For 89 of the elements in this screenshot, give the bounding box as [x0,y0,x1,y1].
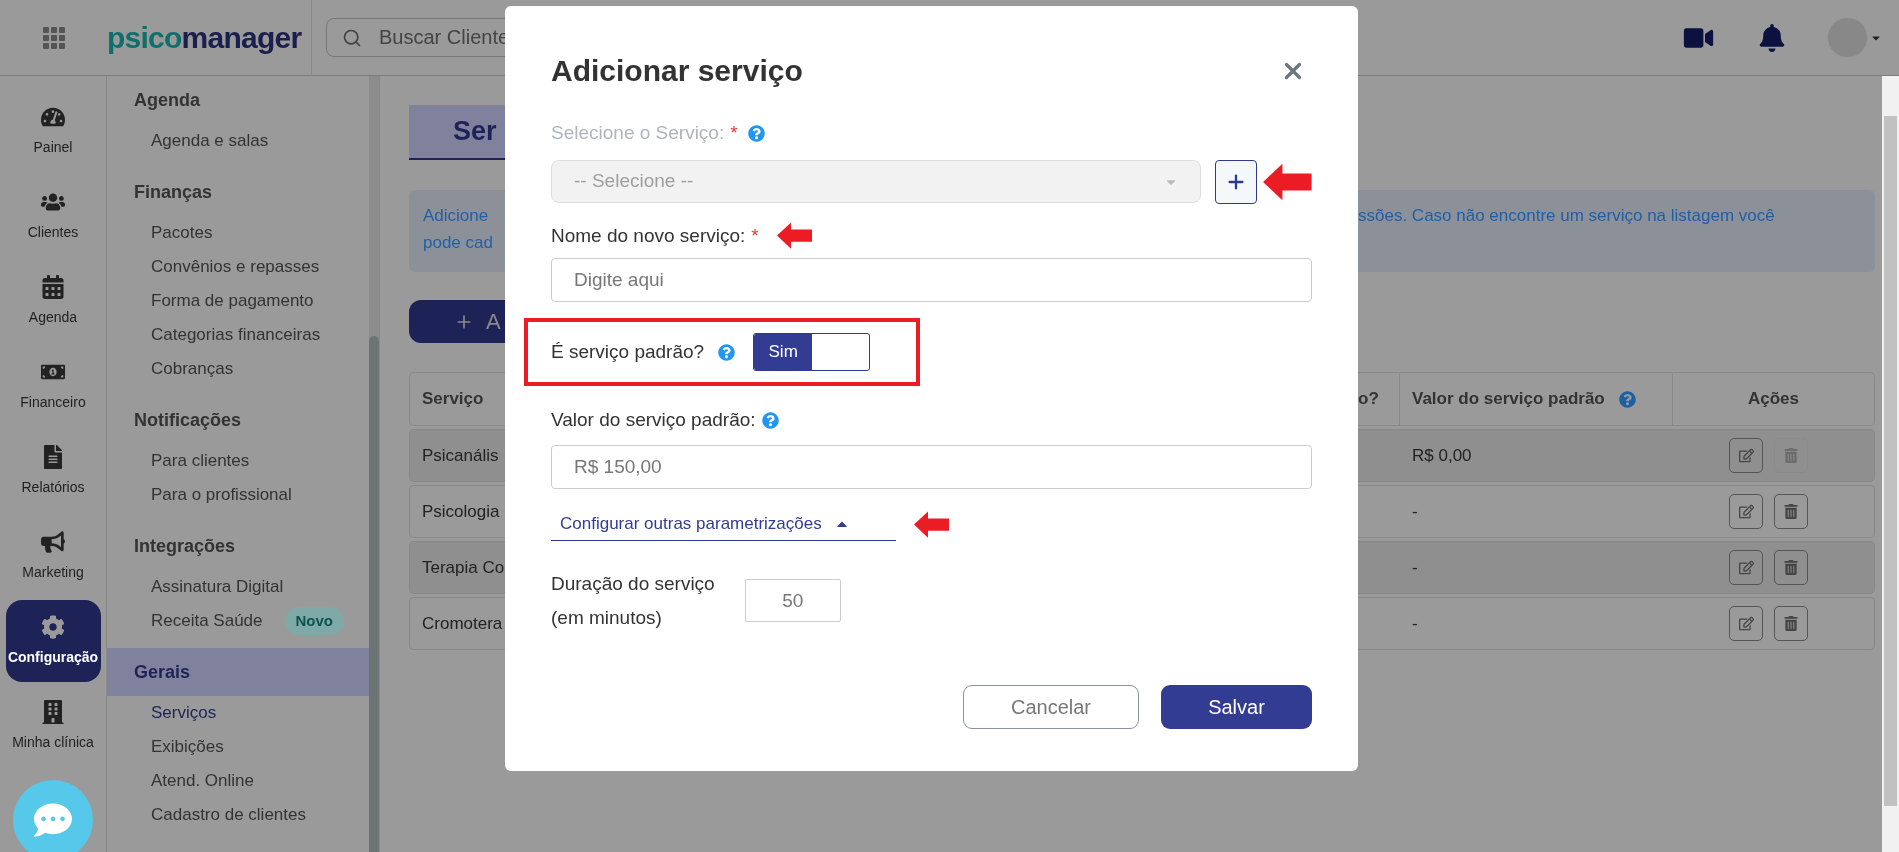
nav-rail-item[interactable]: Configuração [5,600,101,682]
help-icon[interactable] [761,411,779,429]
menu-section-heading[interactable]: Agenda [107,76,369,124]
edit-button[interactable] [1729,550,1763,585]
save-button[interactable]: Salvar [1161,684,1312,729]
delete-button[interactable] [1774,606,1808,641]
required-mark: * [730,121,738,145]
field-label: Valor do serviço padrão: [551,408,756,432]
calendar-icon [41,274,65,299]
service-value-field[interactable]: R$ 150,00 [551,444,1312,489]
trash-icon [1784,504,1798,519]
menu-item[interactable]: Serviços [151,700,217,726]
document-icon [41,444,65,469]
nav-rail-item[interactable]: Painel [5,90,101,172]
table-cell: - [1412,501,1418,521]
expand-settings-link[interactable]: Configurar outras parametrizações [551,508,896,541]
menu-section-heading[interactable]: Notificações [107,396,369,444]
field-label: Duração do serviço (em minutos) [551,571,715,630]
menu-item[interactable]: Assinatura Digital [151,574,284,600]
table-header-cell-text: Ações [1747,388,1800,411]
help-icon[interactable] [1618,390,1636,408]
menu-section-heading[interactable]: Integrações [107,522,369,570]
menu-item[interactable]: Pacotes [151,220,213,246]
nav-rail-item[interactable]: Marketing [5,515,101,597]
nav-rail-item[interactable]: Financeiro [5,345,101,427]
page-title-tab[interactable]: Ser [409,105,505,160]
arrow-annotation-icon [914,511,949,538]
help-icon[interactable] [718,343,736,361]
table-cell: Terapia Co [409,541,505,594]
notification-bell-icon[interactable] [1759,23,1785,52]
nav-rail-item[interactable]: Minha clínica [5,685,101,767]
add-service-button[interactable]: A [409,300,505,343]
edit-icon [1738,616,1754,631]
nav-rail-item[interactable]: Clientes [5,175,101,257]
menu-item[interactable]: Para o profissional [151,482,292,508]
search-icon [342,28,362,48]
menu-item[interactable]: Exibições [151,734,224,760]
menu-item[interactable]: Categorias financeiras [151,322,321,348]
info-box: ssões. Caso não encontre um serviço na listagem você [1358,190,1875,272]
menu-item[interactable]: Atend. Online [151,768,254,794]
menu-section-heading[interactable]: Finanças [107,168,369,216]
cancel-button[interactable]: Cancelar [963,684,1139,729]
apps-grid-icon[interactable] [42,26,65,49]
logo: psicomanager [107,19,303,56]
service-name-field[interactable]: Digite aqui [551,258,1312,302]
add-button[interactable] [1215,159,1258,204]
edit-button[interactable] [1729,438,1763,473]
service-select[interactable]: -- Selecione -- [551,160,1202,203]
trash-icon [1784,448,1798,463]
scrollbar-thumb[interactable] [369,336,379,852]
megaphone-icon [41,529,65,554]
edit-button[interactable] [1729,494,1763,529]
nav-rail-item[interactable]: Relatórios [5,430,101,512]
settings-icon [41,614,65,639]
field-label: É serviço padrão? [551,339,705,364]
table-cell: - [1412,613,1418,633]
table-cell: - [1412,557,1418,577]
delete-button[interactable] [1774,494,1808,529]
table-cell: R$ 0,00 [1412,445,1472,465]
scrollbar-thumb[interactable] [1884,116,1897,806]
required-mark: * [751,223,759,248]
table-header-cell-text: Valor do serviço padrão [1412,388,1605,411]
nav-rail-item[interactable]: Agenda [5,260,101,342]
help-icon[interactable] [747,124,765,142]
new-badge: Novo [284,606,345,636]
menu-item[interactable]: Receita Saúde [151,608,263,634]
menu-item[interactable]: Cobranças [151,356,234,382]
field-label: Selecione o Serviço: [551,121,725,145]
menu-item[interactable]: Agenda e salas [151,128,269,154]
menu-section-heading[interactable]: Gerais [107,648,369,696]
info-box: Adicione pode cad [409,190,505,272]
duration-field[interactable]: 50 [744,579,841,622]
trash-icon [1784,616,1798,631]
table-cell: Psicanális [409,429,505,482]
field-label: Nome do novo serviço: [551,223,746,248]
delete-button[interactable] [1774,550,1808,585]
trash-icon [1784,560,1798,575]
menu-item[interactable]: Convênios e repasses [151,254,320,280]
toggle-switch[interactable]: Sim [753,333,871,371]
edit-icon [1738,504,1754,519]
building-icon [41,699,65,724]
edit-icon [1738,560,1754,575]
chat-icon [32,801,74,839]
edit-icon [1738,448,1754,463]
menu-item[interactable]: Para clientes [151,448,250,474]
menu-item[interactable]: Forma de pagamento [151,288,314,314]
edit-button[interactable] [1729,606,1763,641]
menu-item[interactable]: Cadastro de clientes [151,802,306,828]
arrow-annotation-icon [776,222,812,250]
